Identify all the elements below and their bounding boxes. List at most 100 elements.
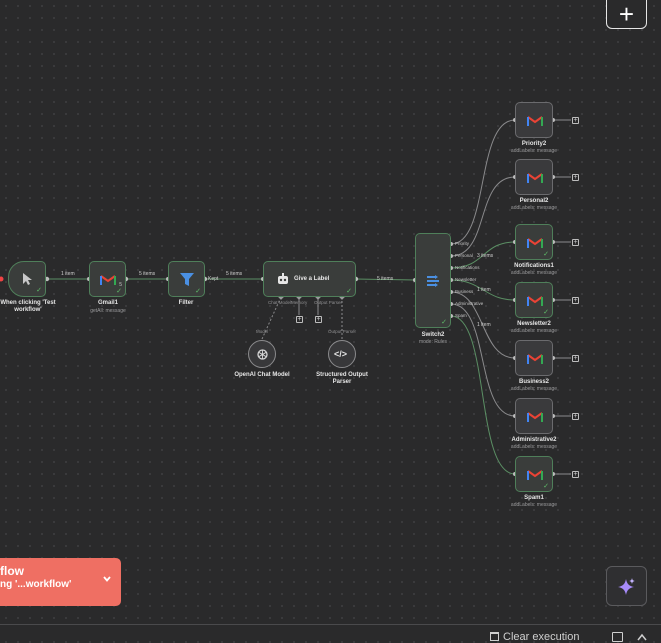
parser-label: Structured Output Parser bbox=[316, 372, 368, 385]
edge-label-trigger-gmail: 1 item bbox=[61, 271, 75, 277]
target-label-spam: Spam1 bbox=[524, 495, 544, 501]
edge-label-gmail-filter: 5 items bbox=[139, 271, 156, 277]
switch-sub: mode: Rules bbox=[418, 339, 448, 345]
edge-label-filter-kept: Kept bbox=[208, 276, 219, 282]
clear-execution-button[interactable]: Clear execution bbox=[490, 631, 579, 643]
target-node-priority[interactable] bbox=[515, 102, 553, 138]
openai-label: OpenAI Chat Model bbox=[234, 372, 290, 378]
target-sub-newsletter: addLabels: message bbox=[510, 328, 558, 334]
success-check-icon: ✓ bbox=[346, 288, 352, 295]
switch-output-personal: Personal bbox=[455, 253, 473, 258]
add-after-newsletter-button[interactable]: + bbox=[572, 297, 579, 304]
clear-execution-label: Clear execution bbox=[503, 631, 580, 643]
success-check-icon: ✓ bbox=[116, 288, 122, 295]
target-node-administrative[interactable] bbox=[515, 398, 553, 434]
target-sub-business: addLabels: message bbox=[510, 386, 558, 392]
target-label-newsletter: Newsletter2 bbox=[517, 321, 551, 327]
target-node-newsletter[interactable]: ✓ bbox=[515, 282, 553, 318]
target-sub-spam: addLabels: message bbox=[510, 502, 558, 508]
target-label-administrative: Administrative2 bbox=[511, 437, 557, 443]
gmail-icon bbox=[527, 296, 543, 306]
gmail-icon bbox=[527, 116, 543, 126]
switch-output-notifications: Notifications bbox=[455, 265, 480, 270]
gmail-node[interactable]: 5 ✓ bbox=[89, 261, 126, 297]
add-memory-button[interactable]: + bbox=[296, 316, 303, 323]
filter-node[interactable]: ✓ bbox=[168, 261, 205, 297]
sparkle-icon bbox=[618, 578, 635, 595]
target-node-notifications[interactable]: ✓ bbox=[515, 224, 553, 260]
model-port-label: Model bbox=[256, 329, 269, 334]
gmail-label: Gmail1 bbox=[97, 300, 118, 306]
switch-output-newsletter: Newsletter bbox=[455, 277, 477, 282]
port-chat-model: Chat Model* bbox=[268, 300, 293, 305]
success-check-icon: ✓ bbox=[441, 319, 447, 326]
ai-assistant-button[interactable] bbox=[606, 566, 647, 606]
parser-node[interactable]: </> bbox=[328, 340, 356, 368]
robot-icon bbox=[278, 273, 288, 284]
add-node-button[interactable]: + bbox=[606, 0, 647, 29]
success-check-icon: ✓ bbox=[543, 483, 549, 490]
switch-output-business: Business bbox=[455, 289, 474, 294]
workflow-canvas[interactable] bbox=[0, 0, 661, 640]
give-label-node[interactable]: Give a Label ✓ bbox=[263, 261, 356, 297]
target-label-priority: Priority2 bbox=[521, 141, 547, 147]
switch-output-administrative: Administrative bbox=[455, 301, 484, 306]
chevron-down-icon[interactable] bbox=[102, 574, 112, 584]
edge-label-notifications: 3 items bbox=[477, 253, 494, 259]
add-after-business-button[interactable]: + bbox=[572, 355, 579, 362]
port-output-parser: Output Parser bbox=[314, 300, 343, 305]
target-sub-notifications: addLabels: message bbox=[510, 270, 558, 276]
success-check-icon: ✓ bbox=[195, 288, 201, 295]
edge-priority[interactable] bbox=[450, 119, 516, 245]
edge-label-newsletter: 1 item bbox=[477, 287, 491, 293]
success-check-icon: ✓ bbox=[543, 309, 549, 316]
switch-node[interactable]: ✓ bbox=[415, 233, 451, 328]
gmail-icon bbox=[100, 275, 116, 285]
target-label-personal: Personal2 bbox=[519, 198, 549, 204]
bottom-panel-bar: Clear execution bbox=[0, 624, 661, 643]
trigger-label: When clicking 'Test workflow' bbox=[0, 300, 56, 313]
target-label-notifications: Notifications1 bbox=[514, 263, 554, 269]
edge-spam[interactable] bbox=[450, 315, 516, 475]
gmail-icon bbox=[527, 412, 543, 422]
success-check-icon: ✓ bbox=[543, 251, 549, 258]
give-label-title: Give a Label bbox=[294, 276, 330, 282]
filter-label: Filter bbox=[178, 300, 194, 306]
edge-label-give-switch: 5 items bbox=[377, 276, 394, 282]
add-after-spam-button[interactable]: + bbox=[572, 471, 579, 478]
target-sub-personal: addLabels: message bbox=[510, 205, 558, 211]
target-node-business[interactable] bbox=[515, 340, 553, 376]
filter-icon bbox=[180, 273, 194, 286]
openai-icon bbox=[257, 349, 268, 360]
edge-label-spam: 1 item bbox=[477, 322, 491, 328]
target-node-spam[interactable]: ✓ bbox=[515, 456, 553, 492]
parser-port-label: Output Parser bbox=[328, 329, 357, 334]
gmail-sub: getAll: message bbox=[90, 308, 126, 314]
add-after-administrative-button[interactable]: + bbox=[572, 413, 579, 420]
gmail-icon bbox=[527, 470, 543, 480]
target-sub-administrative: addLabels: message bbox=[510, 444, 558, 450]
success-check-icon: ✓ bbox=[36, 287, 42, 294]
target-label-business: Business2 bbox=[518, 379, 549, 385]
add-tool-button[interactable]: + bbox=[315, 316, 322, 323]
port-memory: Memory bbox=[291, 300, 308, 305]
switch-output-priority: Priority bbox=[455, 241, 470, 246]
target-node-personal[interactable] bbox=[515, 159, 553, 195]
switch-label: Switch2 bbox=[421, 332, 445, 338]
gmail-icon bbox=[527, 238, 543, 248]
panel-icon[interactable] bbox=[612, 632, 623, 642]
switch-icon bbox=[427, 275, 439, 287]
trigger-node[interactable]: ✓ bbox=[8, 261, 46, 297]
gmail-icon bbox=[527, 173, 543, 183]
code-icon: </> bbox=[334, 349, 348, 359]
plus-icon: + bbox=[618, 0, 635, 29]
gmail-icon bbox=[527, 354, 543, 364]
openai-node[interactable] bbox=[248, 340, 276, 368]
switch-output-spam: Spam bbox=[455, 313, 467, 318]
add-after-notifications-button[interactable]: + bbox=[572, 239, 579, 246]
execution-toast[interactable]: flow ng '...workflow' bbox=[0, 558, 121, 606]
cursor-icon bbox=[23, 273, 32, 285]
add-after-personal-button[interactable]: + bbox=[572, 174, 579, 181]
add-after-priority-button[interactable]: + bbox=[572, 117, 579, 124]
edge-label-filter-give: 5 items bbox=[226, 271, 243, 277]
